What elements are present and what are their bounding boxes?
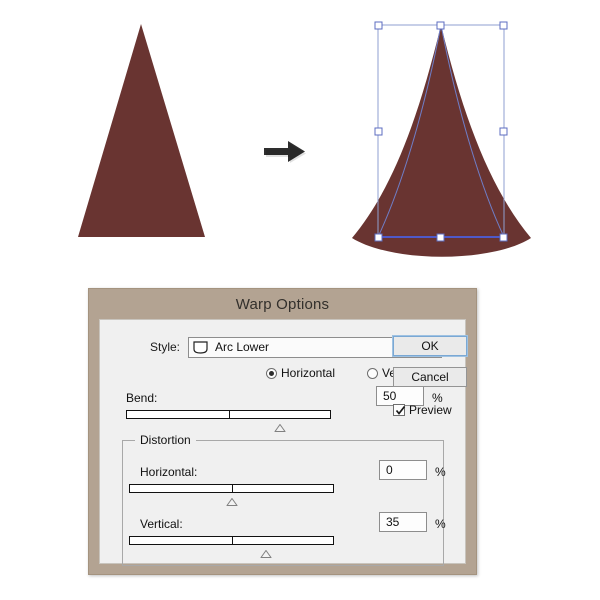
- arc-lower-icon: [193, 340, 208, 354]
- handle-middle-right: [499, 127, 508, 136]
- handle-top-right: [499, 21, 508, 30]
- radio-horizontal-dot[interactable]: [266, 367, 277, 379]
- preview-checkbox-row[interactable]: Preview: [393, 402, 452, 418]
- distortion-vertical-input[interactable]: 35: [379, 512, 427, 532]
- distortion-group: Distortion Horizontal: 0 % Vertical: 35 …: [122, 433, 446, 566]
- distortion-horizontal-input[interactable]: 0: [379, 460, 427, 480]
- handle-top-left: [374, 21, 383, 30]
- dialog-body: Style: Arc Lower Horizontal Bend: 50 % D…: [99, 319, 468, 566]
- distortion-vertical-label: Vertical:: [140, 517, 183, 531]
- preview-label: Preview: [409, 403, 452, 417]
- handle-bottom-left: [374, 233, 383, 242]
- radio-horizontal-label: Horizontal: [281, 366, 336, 380]
- handle-middle-left: [374, 127, 383, 136]
- dialog-titlebar[interactable]: Warp Options: [89, 289, 476, 319]
- handle-bottom-center: [436, 233, 445, 242]
- original-triangle-shape: [78, 24, 205, 237]
- distortion-horizontal-slider[interactable]: [129, 484, 334, 506]
- distortion-horizontal-centertick: [231, 484, 233, 493]
- preview-checkbox[interactable]: [393, 404, 406, 416]
- dialog-title: Warp Options: [235, 295, 330, 313]
- warp-options-dialog: Warp Options Style: Arc Lower Horizontal…: [88, 288, 477, 575]
- distortion-vertical-centertick: [231, 536, 233, 545]
- style-label: Style:: [149, 340, 180, 354]
- bend-label: Bend:: [126, 391, 158, 405]
- checkmark-icon: [395, 405, 406, 415]
- bend-slider[interactable]: [126, 410, 331, 432]
- handle-bottom-right: [499, 233, 508, 242]
- distortion-horizontal-unit: %: [435, 465, 446, 479]
- right-arrow-icon: [264, 141, 306, 163]
- bend-slider-centertick: [228, 410, 230, 419]
- radio-vertical-dot[interactable]: [367, 367, 379, 379]
- distortion-vertical-slider[interactable]: [129, 536, 334, 558]
- artwork-canvas: [0, 0, 600, 285]
- style-selected-value: Arc Lower: [215, 340, 270, 354]
- bend-slider-thumb[interactable]: [273, 419, 286, 432]
- distortion-vertical-thumb[interactable]: [260, 545, 273, 558]
- radio-horizontal[interactable]: Horizontal: [266, 366, 335, 380]
- ok-button[interactable]: OK: [392, 335, 468, 357]
- distortion-vertical-unit: %: [435, 517, 446, 531]
- handle-top-center: [436, 21, 445, 30]
- distortion-horizontal-label: Horizontal:: [140, 465, 198, 479]
- cancel-button[interactable]: Cancel: [393, 367, 467, 387]
- distortion-horizontal-thumb[interactable]: [225, 493, 238, 506]
- distortion-legend: Distortion: [135, 433, 196, 447]
